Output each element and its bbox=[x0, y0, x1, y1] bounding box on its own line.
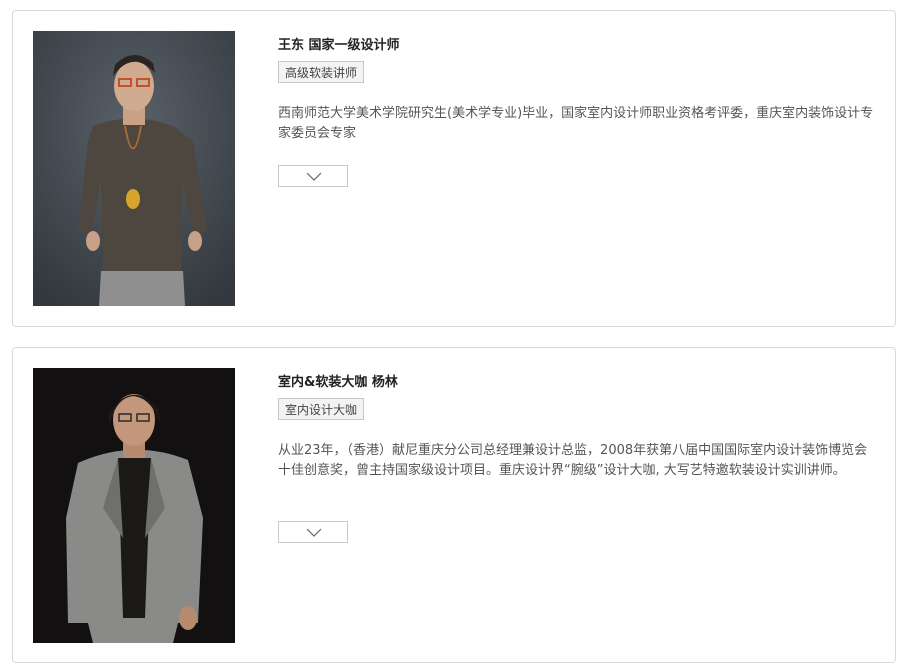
designer-description: 西南师范大学美术学院研究生(美术学专业)毕业，国家室内设计师职业资格考评委，重庆… bbox=[278, 106, 874, 141]
designer-title: 室内&软装大咖 杨林 bbox=[278, 375, 398, 390]
designer-card: 王东 国家一级设计师 高级软装讲师 西南师范大学美术学院研究生(美术学专业)毕业… bbox=[12, 10, 896, 327]
designer-portrait-image bbox=[33, 368, 235, 643]
designer-tag: 高级软装讲师 bbox=[278, 61, 365, 83]
designer-description: 从业23年，（香港）献尼重庆分公司总经理兼设计总监，2008年获第八届中国国际室… bbox=[278, 443, 868, 478]
designer-tag: 室内设计大咖 bbox=[278, 398, 365, 420]
designer-card: 室内&软装大咖 杨林 室内设计大咖 从业23年，（香港）献尼重庆分公司总经理兼设… bbox=[12, 347, 896, 663]
designer-title: 王东 国家一级设计师 bbox=[278, 38, 400, 53]
designer-photo bbox=[33, 31, 235, 306]
chevron-down-icon bbox=[306, 172, 322, 181]
expand-button[interactable] bbox=[278, 165, 348, 187]
expand-button[interactable] bbox=[278, 521, 348, 543]
designer-photo bbox=[33, 368, 235, 643]
chevron-down-icon bbox=[306, 528, 322, 537]
designer-portrait-image bbox=[33, 31, 235, 306]
